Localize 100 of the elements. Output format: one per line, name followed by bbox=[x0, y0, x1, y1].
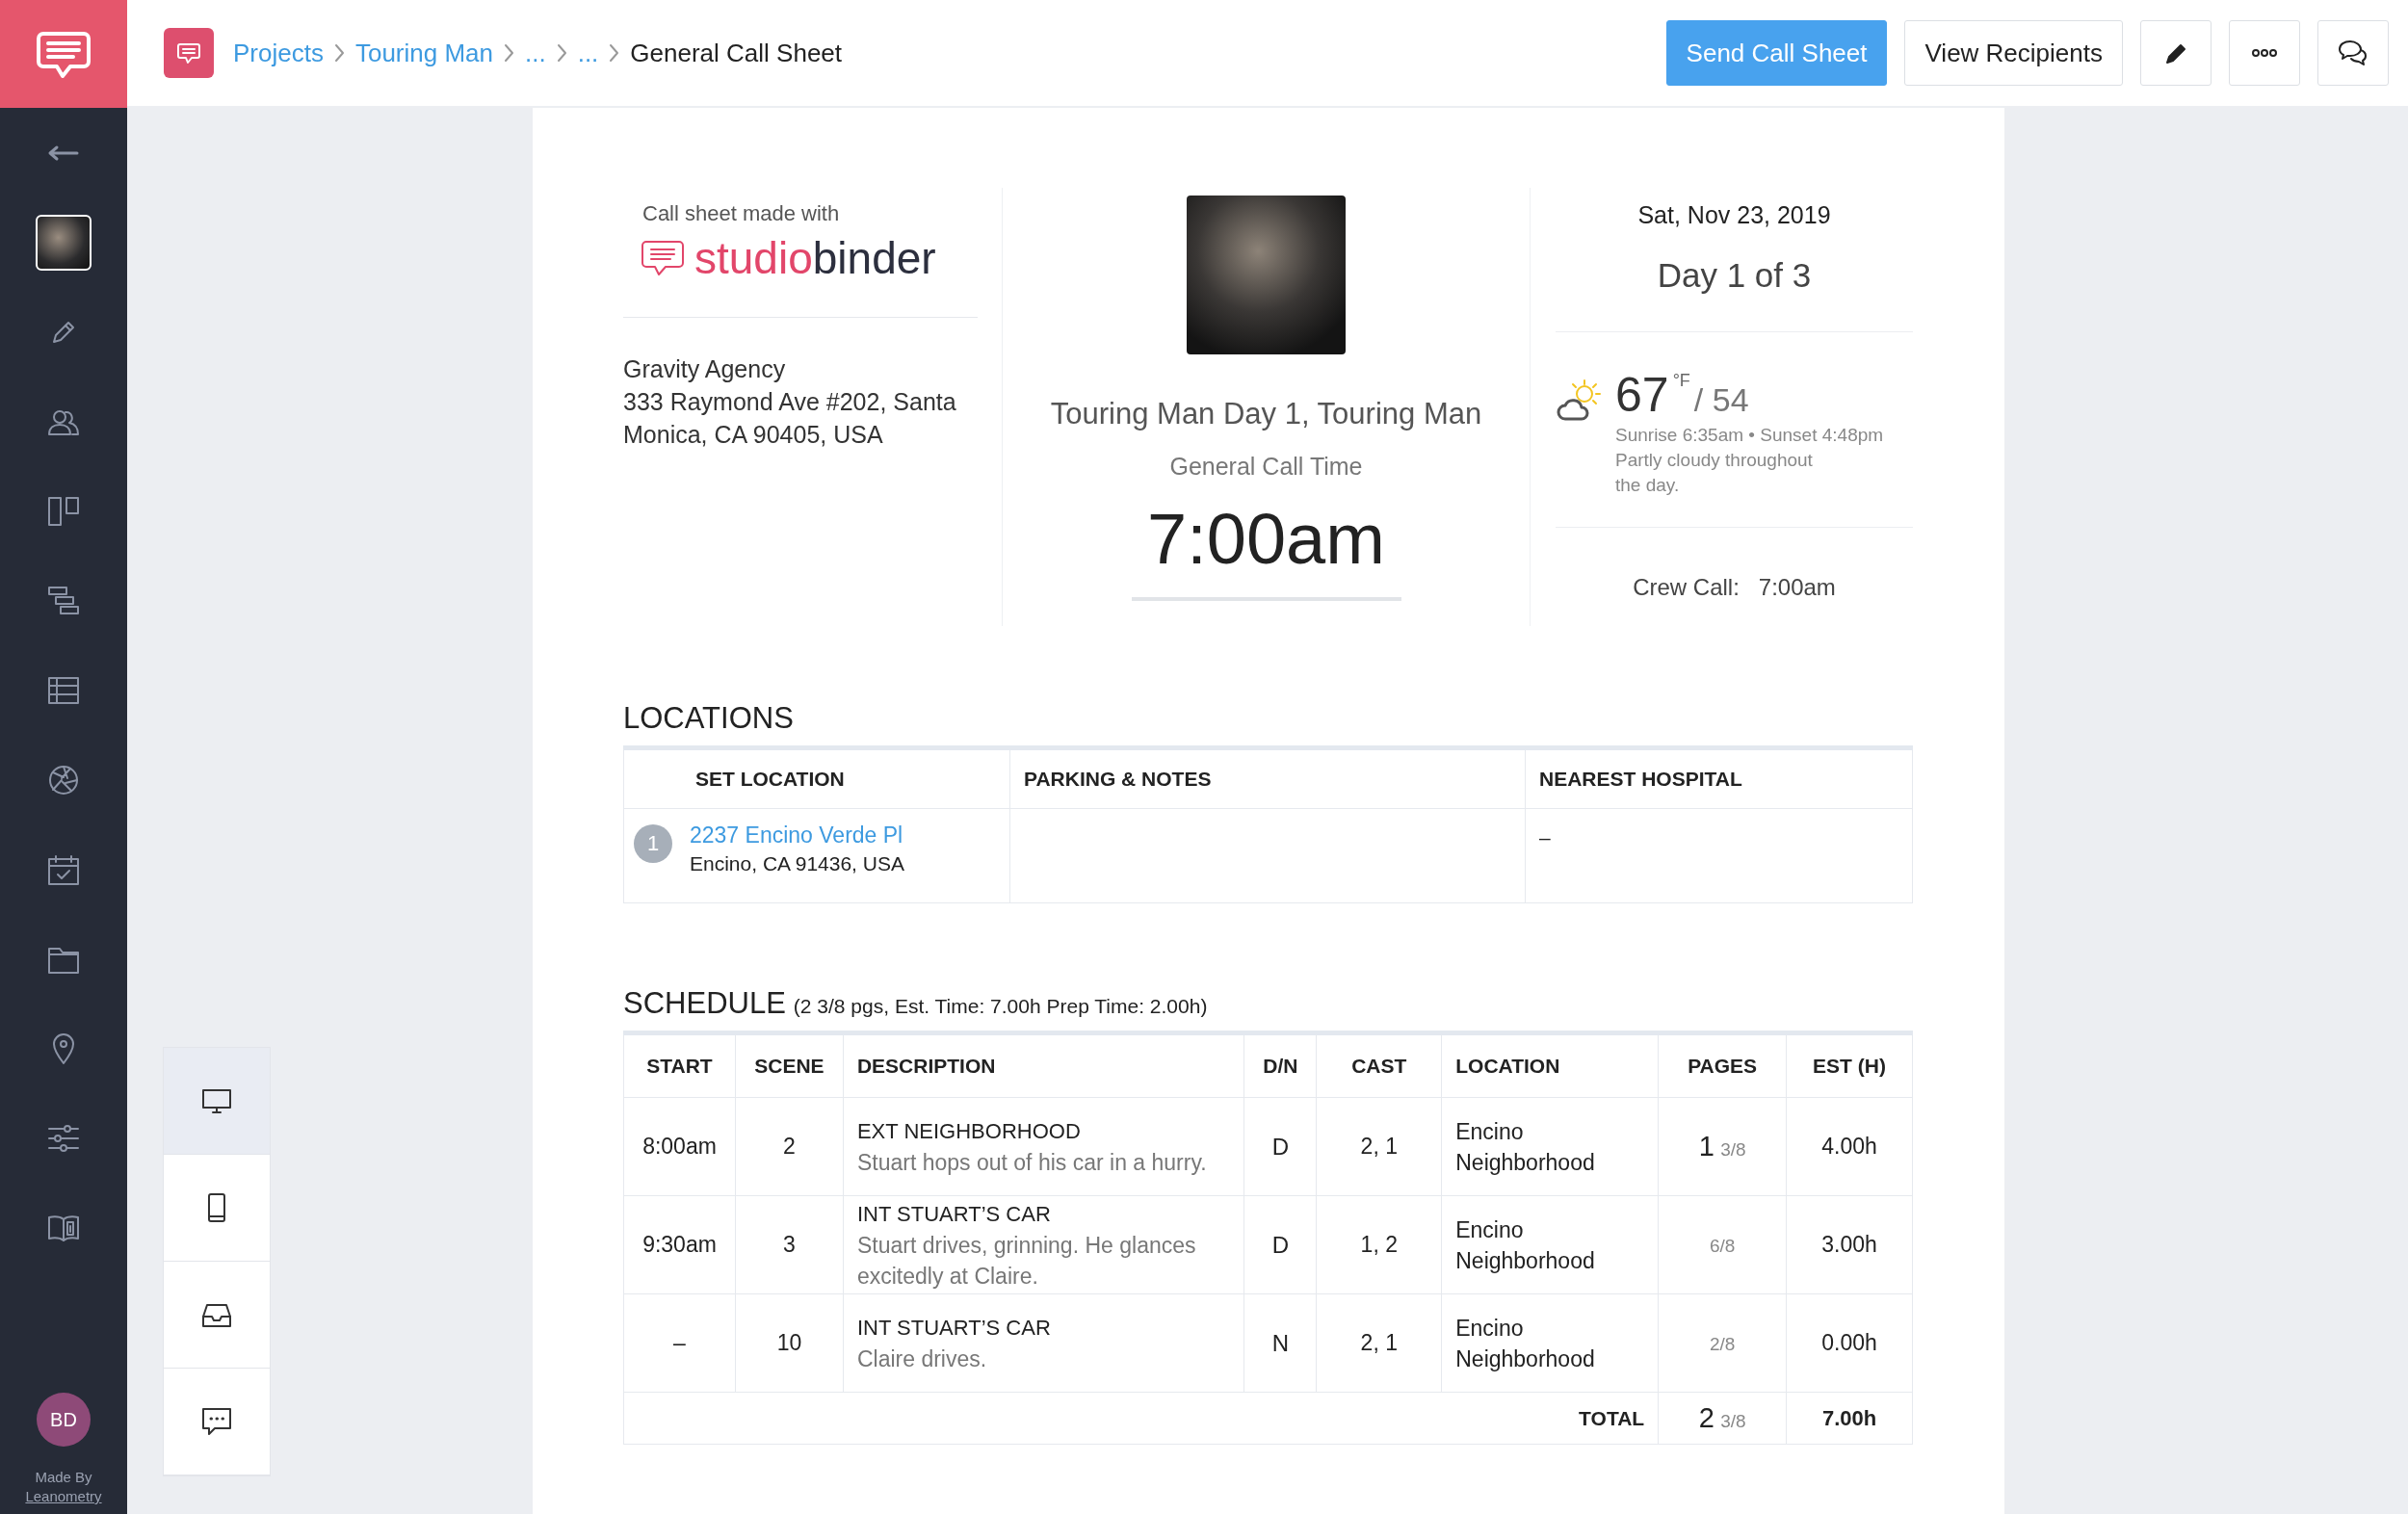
estimate-text: 4.00h bbox=[1821, 1134, 1877, 1159]
page-count: 2 3/8 bbox=[1698, 1407, 1746, 1432]
credit-link[interactable]: Leanometry bbox=[25, 1487, 102, 1506]
chevron-right-icon bbox=[555, 42, 568, 64]
chat-bubble-icon bbox=[176, 41, 201, 65]
chevron-right-icon bbox=[608, 42, 621, 64]
sun-cloud-icon bbox=[1556, 377, 1602, 423]
crew-call-time: 7:00am bbox=[1758, 574, 1836, 601]
location-number-badge: 1 bbox=[634, 824, 672, 863]
breadcrumb-link[interactable]: ... bbox=[525, 38, 546, 68]
column-header: EST (H) bbox=[1813, 1055, 1886, 1077]
scene-number: 2 bbox=[783, 1134, 796, 1159]
column-header: CAST bbox=[1351, 1055, 1407, 1077]
scene-heading: INT STUART’S CAR bbox=[856, 1315, 1051, 1340]
columns-icon bbox=[46, 494, 81, 528]
day-night-text: D bbox=[1271, 1133, 1290, 1160]
project-title: Touring Man Day 1, Touring Man bbox=[1050, 397, 1482, 431]
chevron-right-icon bbox=[332, 42, 346, 64]
chevron-right-icon bbox=[503, 42, 515, 64]
more-dots-icon bbox=[2252, 47, 2277, 59]
cast-text: 2, 1 bbox=[1360, 1330, 1398, 1355]
credit-label: Made By bbox=[35, 1468, 92, 1487]
total-label: TOTAL bbox=[1579, 1407, 1645, 1429]
phone-icon bbox=[206, 1192, 227, 1223]
breadcrumb-link[interactable]: ... bbox=[577, 38, 599, 68]
comments-button[interactable] bbox=[2317, 20, 2389, 86]
scene-heading: INT STUART’S CAR bbox=[856, 1201, 1051, 1226]
map-pin-nav-button[interactable] bbox=[50, 1031, 77, 1066]
estimate-text: 3.00h bbox=[1821, 1232, 1877, 1257]
scene-description: Stuart drives, grinning. He glances excitedly at Claire. bbox=[856, 1232, 1196, 1289]
edit-button[interactable] bbox=[2140, 20, 2212, 86]
scene-number: 10 bbox=[776, 1330, 802, 1355]
start-time: 8:00am bbox=[642, 1134, 717, 1159]
start-time: – bbox=[673, 1330, 686, 1355]
column-header: D/N bbox=[1263, 1055, 1298, 1077]
stripboard-icon bbox=[46, 584, 81, 617]
section-title: LOCATIONS bbox=[623, 701, 794, 736]
section-title: SCHEDULE bbox=[623, 986, 786, 1021]
call-time: 7:00am bbox=[1147, 498, 1385, 580]
location-text: Encino Neighborhood bbox=[1455, 1117, 1596, 1177]
more-button[interactable] bbox=[2229, 20, 2300, 86]
speech-bubbles-icon bbox=[2337, 39, 2369, 67]
weather-summary: Partly cloudy throughout the day. bbox=[1615, 449, 1814, 497]
cast-text: 1, 2 bbox=[1360, 1232, 1398, 1257]
breadcrumb-link[interactable]: Projects bbox=[233, 38, 324, 68]
columns-nav-button[interactable] bbox=[46, 494, 81, 528]
cast-text: 2, 1 bbox=[1360, 1134, 1398, 1159]
project-thumbnail[interactable] bbox=[36, 214, 92, 271]
location-link[interactable]: 2237 Encino Verde Pl bbox=[690, 822, 903, 848]
schedule-summary: (2 3/8 pgs, Est. Time: 7.00h Prep Time: 2.00h) bbox=[793, 995, 1208, 1018]
sun-times: Sunrise 6:35am • Sunset 4:48pm bbox=[1615, 425, 1884, 445]
send-button[interactable]: Send Call Sheet bbox=[1665, 20, 1888, 86]
stripboard-nav-button[interactable] bbox=[46, 584, 81, 617]
calendar-icon bbox=[46, 852, 81, 886]
call-time-label: General Call Time bbox=[1169, 453, 1363, 481]
breadcrumb-link[interactable]: Touring Man bbox=[354, 38, 493, 68]
inbox-view-button[interactable] bbox=[164, 1262, 270, 1369]
location-text: Encino Neighborhood bbox=[1455, 1314, 1596, 1373]
project-logo-button[interactable] bbox=[164, 28, 214, 78]
column-header: START bbox=[646, 1055, 713, 1077]
speech-bubble-icon bbox=[201, 1407, 232, 1436]
aperture-icon bbox=[47, 763, 80, 796]
made-with-label: Call sheet made with bbox=[642, 201, 840, 226]
location-text: Encino Neighborhood bbox=[1455, 1215, 1596, 1275]
scene-description: Claire drives. bbox=[856, 1345, 987, 1371]
company-address: Gravity Agency 333 Raymond Ave #202, Santa Monica, CA 90405, USA bbox=[623, 354, 957, 450]
crew-call-label: Crew Call: bbox=[1633, 574, 1740, 601]
day-night-text: N bbox=[1271, 1329, 1290, 1356]
column-header: PAGES bbox=[1688, 1055, 1758, 1077]
hospital-text: – bbox=[1539, 826, 1551, 848]
column-header: NEAREST HOSPITAL bbox=[1539, 768, 1742, 790]
column-header: PARKING & NOTES bbox=[1024, 768, 1212, 790]
shoot-date: Sat, Nov 23, 2019 bbox=[1637, 201, 1831, 229]
location-address: Encino, CA 91436, USA bbox=[690, 852, 904, 874]
logo[interactable] bbox=[0, 0, 127, 108]
day-night-text: D bbox=[1271, 1231, 1290, 1258]
scene-description: Stuart hops out of his car in a hurry. bbox=[856, 1149, 1207, 1175]
user-avatar[interactable]: BD bbox=[37, 1393, 91, 1447]
page-count: 6/8 bbox=[1709, 1235, 1736, 1257]
column-header: LOCATION bbox=[1455, 1055, 1560, 1077]
column-header: SET LOCATION bbox=[695, 768, 845, 790]
day-counter: Day 1 of 3 bbox=[1657, 256, 1812, 295]
breadcrumb-current: General Call Sheet bbox=[630, 38, 843, 68]
estimate-text: 0.00h bbox=[1821, 1330, 1877, 1355]
start-time: 9:30am bbox=[642, 1232, 717, 1257]
inbox-tray-icon bbox=[201, 1301, 232, 1328]
monitor-icon bbox=[201, 1087, 232, 1114]
map-pin-icon bbox=[50, 1031, 77, 1066]
scene-heading: EXT NEIGHBORHOOD bbox=[856, 1118, 1081, 1143]
page-count: 2/8 bbox=[1709, 1333, 1736, 1355]
total-estimate: 7.00h bbox=[1821, 1406, 1877, 1430]
scene-number: 3 bbox=[783, 1232, 796, 1257]
chat-bubble-logo-icon bbox=[641, 238, 685, 278]
aperture-nav-button[interactable] bbox=[47, 763, 80, 796]
page-count: 1 3/8 bbox=[1698, 1136, 1746, 1161]
column-header: DESCRIPTION bbox=[856, 1055, 996, 1077]
recipients-button[interactable]: View Recipients bbox=[1904, 20, 2123, 86]
column-header: SCENE bbox=[754, 1055, 824, 1077]
studiobinder-logo: studiobinder bbox=[641, 232, 936, 284]
calendar-nav-button[interactable] bbox=[46, 852, 81, 886]
